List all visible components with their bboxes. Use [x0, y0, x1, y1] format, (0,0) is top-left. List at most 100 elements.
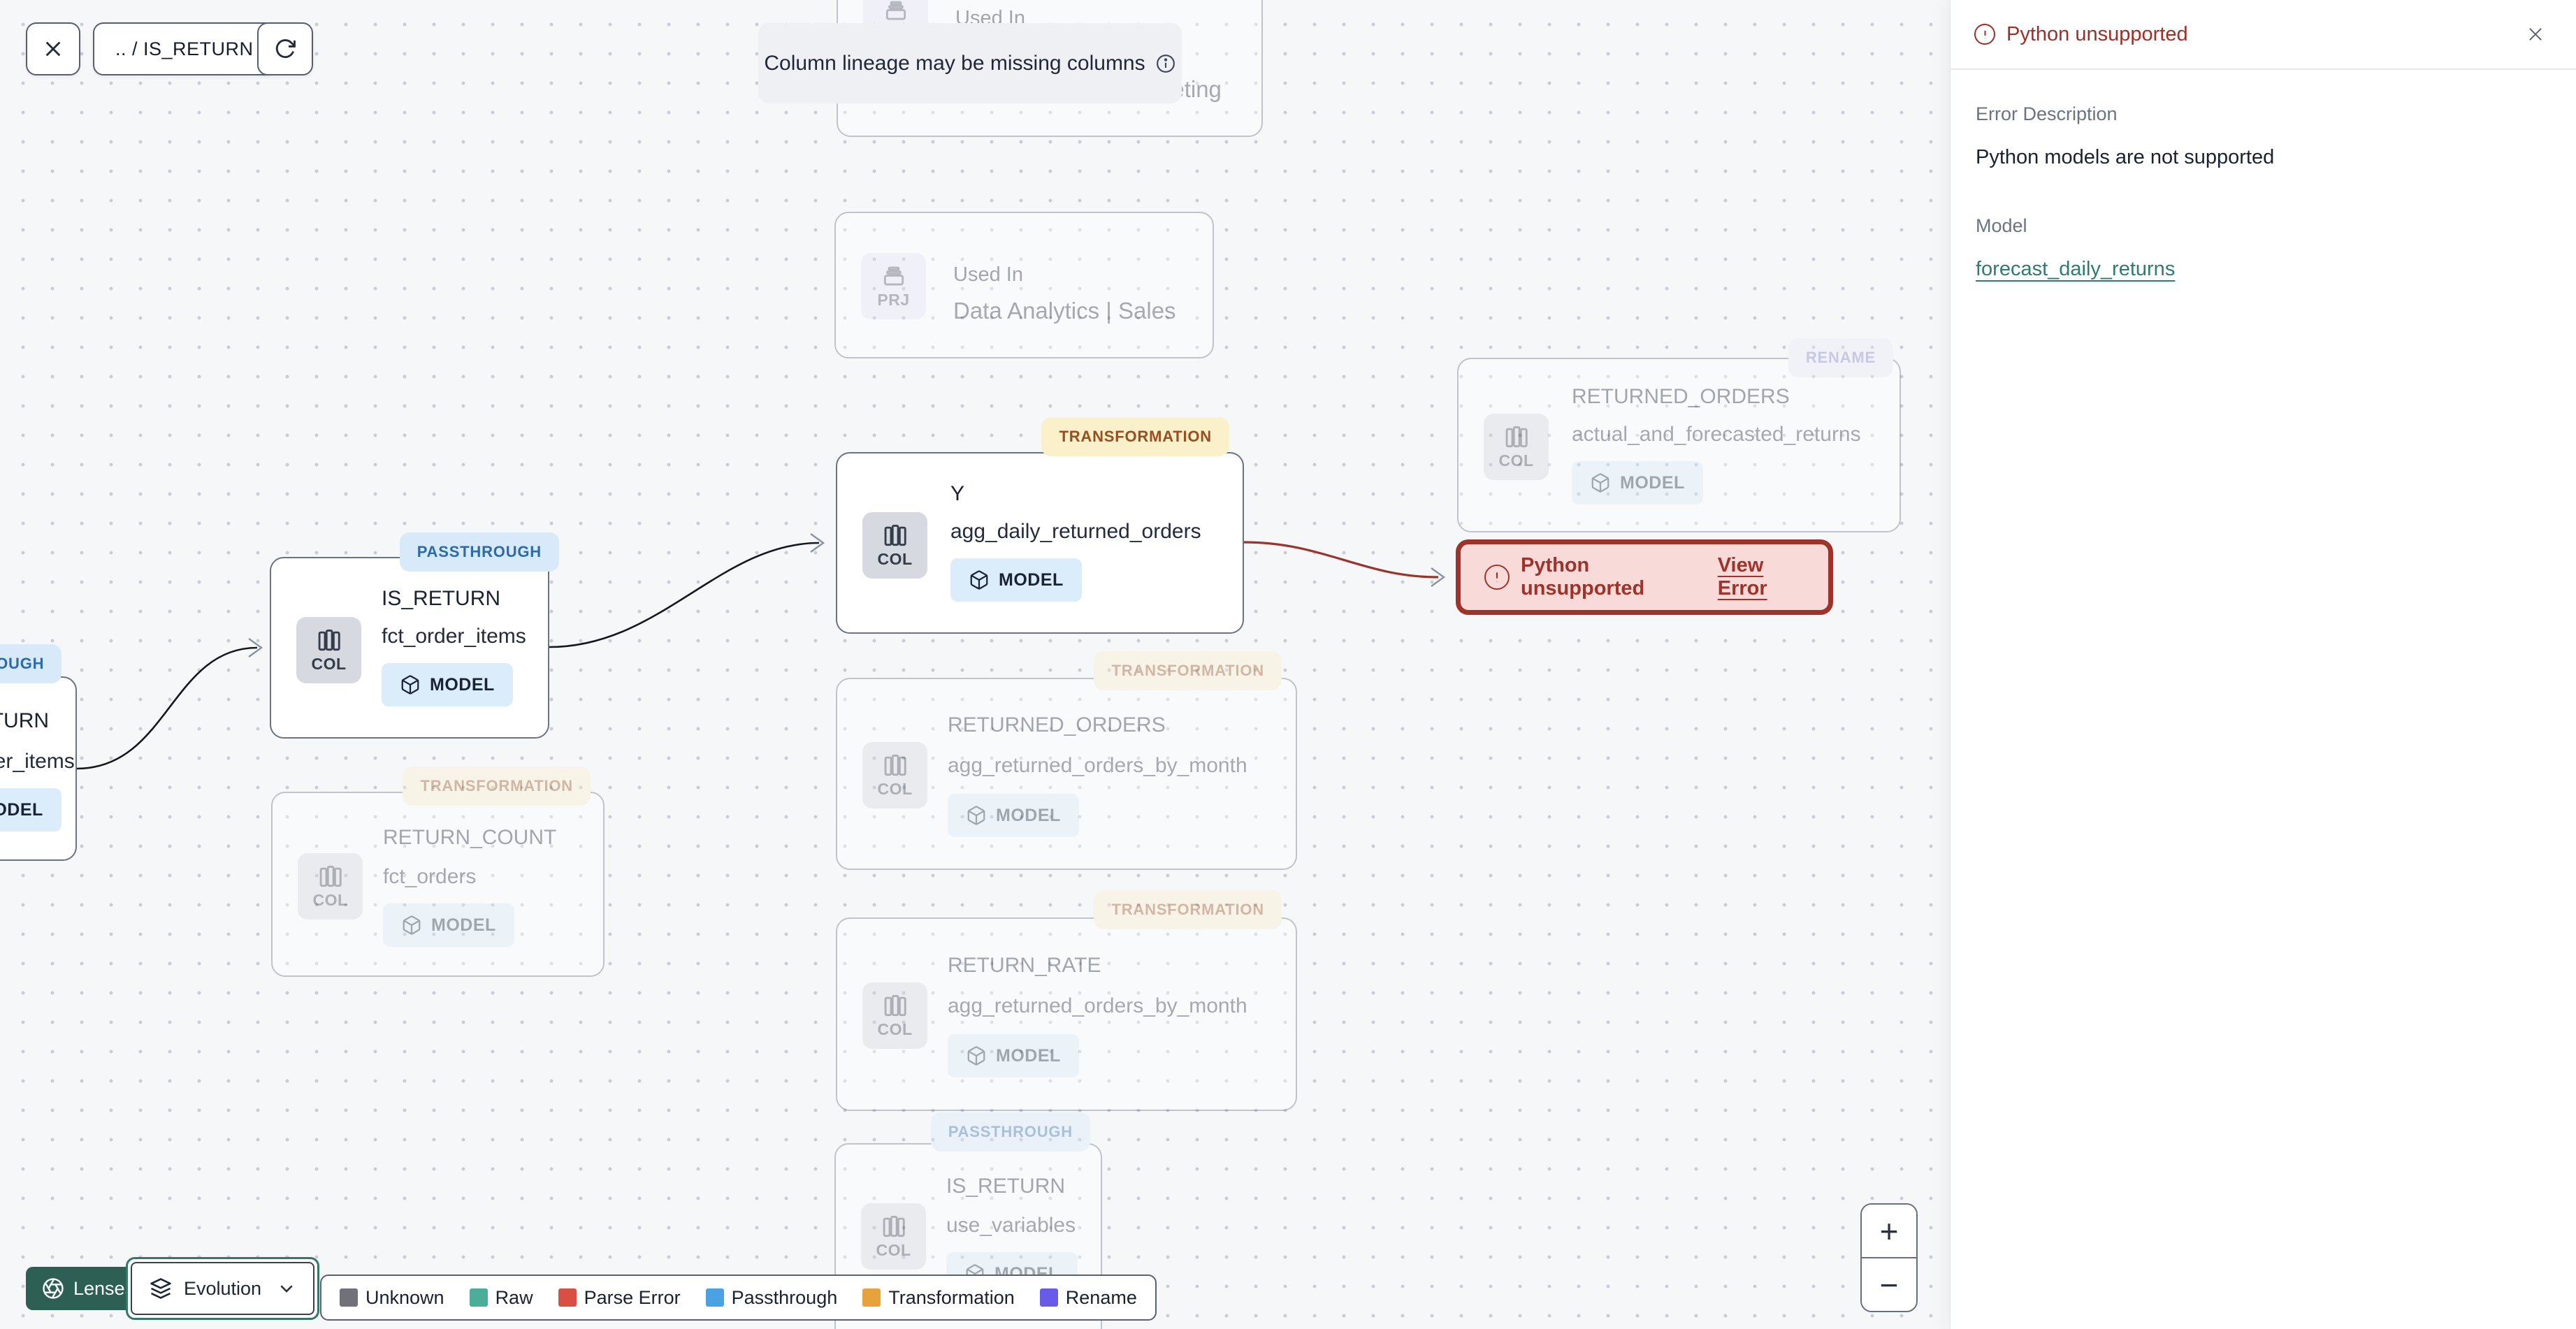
node-badge-passthrough: PASSTHROUGH — [930, 1112, 1090, 1152]
model-cube-icon — [967, 806, 985, 825]
node-used-in-sales[interactable]: PRJ Used In Data Analytics | Sales — [834, 212, 1214, 358]
edge-transformation-to-error — [1243, 541, 1439, 579]
node-subtitle: use_variables — [946, 1214, 1076, 1237]
edge-arrowhead — [810, 533, 825, 553]
edge-arrowhead — [248, 638, 263, 658]
model-badge: MODEL — [0, 788, 61, 831]
column-icon — [884, 754, 906, 776]
model-badge: MODEL — [950, 558, 1082, 602]
col-chip: COL — [1484, 414, 1549, 480]
node-title: IS_RETURN — [946, 1175, 1066, 1198]
breadcrumb[interactable]: .. / IS_RETURN — [93, 22, 276, 75]
node-badge-transformation: TRANSFORMATION — [1041, 417, 1229, 456]
panel-body: Error Description Python models are not … — [1951, 103, 2576, 281]
alert-icon — [1974, 24, 1995, 45]
panel-header: Python unsupported — [1951, 0, 2576, 70]
edge-passthrough-to-transformation — [549, 542, 820, 648]
node-return-count[interactable]: TRANSFORMATION COL RETURN_COUNT fct_orde… — [271, 767, 605, 977]
legend-swatch — [558, 1288, 577, 1307]
panel-close-icon[interactable] — [2519, 22, 2552, 47]
node-title: Used In — [953, 263, 1023, 286]
chip-label: PRJ — [877, 290, 910, 309]
node-agg-daily-returned-orders[interactable]: TRANSFORMATION COL Y agg_daily_returned_… — [836, 417, 1244, 634]
chip-label: COL — [311, 654, 347, 673]
column-icon — [1505, 426, 1528, 447]
chip-label: COL — [876, 1240, 911, 1259]
node-badge-rename: RENAME — [1788, 338, 1893, 377]
col-chip: COL — [298, 853, 363, 920]
column-icon — [883, 1215, 905, 1237]
model-badge-label: MODEL — [0, 799, 43, 820]
refresh-button[interactable] — [257, 22, 313, 75]
chip-label: COL — [877, 1019, 913, 1038]
info-icon[interactable] — [1155, 53, 1176, 74]
close-icon — [45, 41, 61, 57]
node-subtitle: agg_returned_orders_by_month — [948, 754, 1247, 777]
refresh-icon — [275, 39, 296, 59]
breadcrumb-label: .. / IS_RETURN — [115, 38, 254, 59]
node-returned-orders-rename[interactable]: RENAME COL RETURNED_ORDERS actual_and_fo… — [1457, 338, 1901, 532]
node-subtitle: agg_returned_orders_by_month — [948, 994, 1247, 1017]
node-subtitle: fct_order_items — [0, 750, 75, 773]
node-subtitle: Data Analytics | Sales — [953, 298, 1176, 324]
alert-icon — [1484, 565, 1510, 590]
model-cube-icon — [403, 915, 421, 935]
node-subtitle: agg_daily_returned_orders — [950, 520, 1201, 543]
error-details-panel: Python unsupported Error Description Pyt… — [1950, 0, 2576, 1329]
model-cube-icon — [970, 570, 988, 590]
legend-swatch — [705, 1288, 724, 1307]
legend-item-parse-error: Parse Error — [558, 1287, 681, 1309]
edge-upstream-to-passthrough — [76, 646, 258, 770]
chip-label: COL — [877, 779, 913, 798]
model-badge: MODEL — [382, 663, 513, 706]
node-subtitle: fct_order_items — [382, 625, 526, 648]
chevron-down-icon — [280, 1285, 293, 1293]
node-badge-transformation: TRANSFORMATION — [1094, 651, 1282, 690]
model-badge: MODEL — [1572, 461, 1703, 504]
node-badge-transformation: TRANSFORMATION — [403, 767, 591, 806]
zoom-out-button[interactable]: − — [1862, 1257, 1916, 1311]
col-chip: COL — [296, 617, 361, 683]
close-lineage-button[interactable] — [26, 22, 80, 75]
legend-swatch — [469, 1288, 488, 1307]
model-badge-label: MODEL — [999, 569, 1064, 590]
col-chip: COL — [862, 512, 927, 579]
legend-item-raw: Raw — [469, 1287, 533, 1309]
node-return-rate[interactable]: TRANSFORMATION COL RETURN_RATE agg_retur… — [836, 890, 1297, 1111]
chip-label: COL — [1498, 451, 1534, 470]
node-fct-order-items[interactable]: PASSTHROUGH COL IS_RETURN fct_order_item… — [270, 532, 559, 739]
legend-item-unknown: Unknown — [340, 1287, 444, 1309]
col-chip: COL — [862, 742, 927, 808]
view-error-link[interactable]: View Error — [1718, 554, 1804, 600]
column-icon — [884, 994, 906, 1016]
node-title: IS_RETURN — [382, 587, 501, 610]
prj-chip: PRJ — [861, 253, 926, 319]
legend-swatch — [1039, 1288, 1058, 1307]
error-node-python-unsupported[interactable]: Python unsupported View Error — [1456, 539, 1833, 615]
chip-label: COL — [312, 890, 348, 909]
panel-title: Python unsupported — [2006, 22, 2188, 45]
node-title: RETURNED_ORDERS — [948, 713, 1166, 736]
column-icon — [319, 865, 342, 887]
legend-swatch — [862, 1288, 881, 1307]
project-icon — [883, 266, 904, 286]
lineage-canvas[interactable]: PRJ Used In Data Analytics | Marketing P… — [0, 0, 1950, 1329]
legend-item-transformation: Transformation — [862, 1287, 1015, 1309]
zoom-in-button[interactable]: + — [1862, 1205, 1916, 1257]
canvas-zoom-controls: + − — [1860, 1203, 1918, 1312]
column-icon — [318, 629, 340, 651]
node-returned-orders-by-month[interactable]: TRANSFORMATION COL RETURNED_ORDERS agg_r… — [836, 651, 1297, 870]
evolution-lens-dropdown[interactable]: Evolution — [126, 1257, 320, 1320]
model-link[interactable]: forecast_daily_returns — [1976, 258, 2175, 281]
node-subtitle: actual_and_forecasted_returns — [1572, 423, 1861, 446]
model-cube-icon — [967, 1046, 985, 1066]
legend-label: Parse Error — [584, 1286, 681, 1308]
model-cube-icon — [401, 675, 419, 695]
chip-label: COL — [877, 549, 913, 568]
error-node-label: Python unsupported — [1521, 554, 1645, 600]
project-icon — [885, 1, 906, 20]
error-description-label: Error Description — [1976, 103, 2118, 124]
node-upstream-partial[interactable]: PASSTHROUGH IS_RETURN fct_order_items MO… — [0, 644, 77, 861]
lens-legend: Unknown Raw Parse Error Passthrough Tran… — [320, 1274, 1157, 1321]
legend-item-rename: Rename — [1039, 1287, 1137, 1309]
